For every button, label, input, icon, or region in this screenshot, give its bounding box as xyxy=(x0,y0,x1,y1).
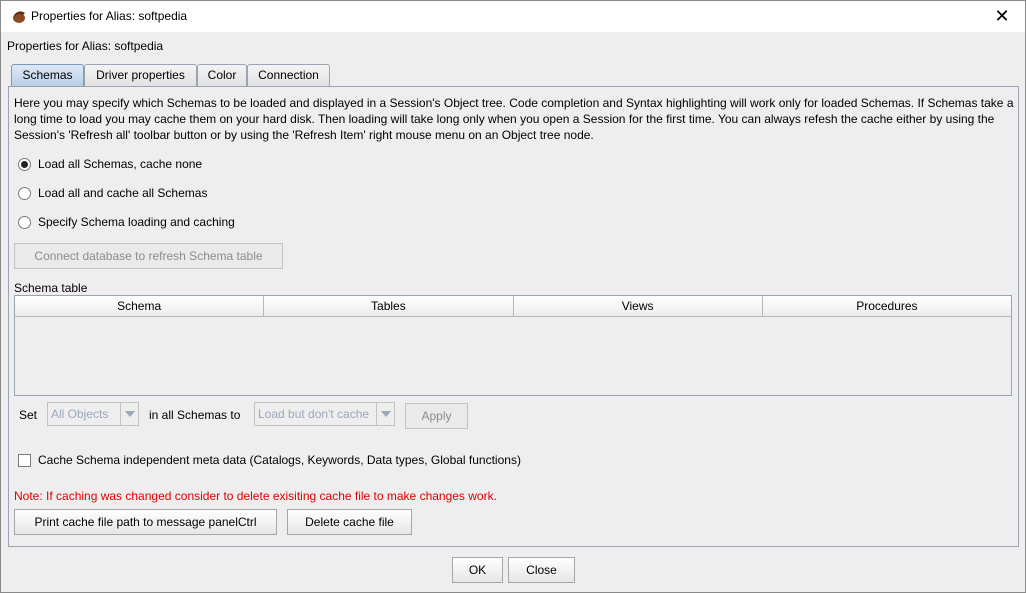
radio-label: Specify Schema loading and caching xyxy=(38,215,235,229)
set-label: Set xyxy=(19,408,38,422)
radio-button-selected[interactable] xyxy=(18,157,31,171)
radio-label: Load all and cache all Schemas xyxy=(38,186,208,200)
radio-button[interactable] xyxy=(18,186,31,200)
load-mode-combo[interactable]: Load but don't cache xyxy=(254,402,395,426)
app-acorn-icon xyxy=(13,11,25,23)
radio-label: Load all Schemas, cache none xyxy=(38,157,203,171)
objects-combo-value: All Objects xyxy=(51,407,109,421)
apply-button[interactable]: Apply xyxy=(405,403,468,429)
close-window-icon[interactable]: ✕ xyxy=(979,1,1025,32)
tab-color[interactable]: Color xyxy=(197,64,247,86)
print-cache-path-button[interactable]: Print cache file path to message panelCt… xyxy=(14,509,277,535)
cache-metadata-checkbox[interactable] xyxy=(18,453,31,467)
schemas-description: Here you may specify which Schemas to be… xyxy=(14,96,1014,142)
in-all-schemas-label: in all Schemas to xyxy=(149,408,241,422)
schema-table-label: Schema table xyxy=(14,281,88,295)
radio-load-all-cache-none[interactable]: Load all Schemas, cache none xyxy=(18,155,202,173)
radio-button[interactable] xyxy=(18,215,31,229)
radio-specify-loading[interactable]: Specify Schema loading and caching xyxy=(18,213,235,231)
column-header-tables[interactable]: Tables xyxy=(264,296,514,316)
cache-metadata-checkbox-row[interactable]: Cache Schema independent meta data (Cata… xyxy=(18,453,521,467)
dialog-header-label: Properties for Alias: softpedia xyxy=(7,39,164,53)
column-header-schema[interactable]: Schema xyxy=(15,296,265,316)
window-title: Properties for Alias: softpedia xyxy=(31,9,188,23)
tab-connection[interactable]: Connection xyxy=(247,64,330,86)
title-bar: Properties for Alias: softpedia ✕ xyxy=(1,1,1025,32)
chevron-down-icon[interactable] xyxy=(376,403,394,425)
tab-schemas[interactable]: Schemas xyxy=(11,64,84,86)
cache-note: Note: If caching was changed consider to… xyxy=(14,489,497,503)
schemas-panel: Here you may specify which Schemas to be… xyxy=(8,86,1019,547)
tab-driver-properties[interactable]: Driver properties xyxy=(84,64,197,86)
load-mode-combo-value: Load but don't cache xyxy=(258,407,370,421)
schema-table[interactable]: Schema Tables Views Procedures xyxy=(14,295,1012,396)
delete-cache-file-button[interactable]: Delete cache file xyxy=(287,509,412,535)
dialog-window: Properties for Alias: softpedia ✕ Proper… xyxy=(0,0,1026,593)
column-header-procedures[interactable]: Procedures xyxy=(762,296,1011,316)
schema-table-header: Schema Tables Views Procedures xyxy=(15,296,1011,317)
cache-metadata-label: Cache Schema independent meta data (Cata… xyxy=(38,453,521,467)
ok-button[interactable]: OK xyxy=(452,557,503,583)
objects-combo[interactable]: All Objects xyxy=(47,402,139,426)
chevron-down-icon[interactable] xyxy=(120,403,138,425)
close-button[interactable]: Close xyxy=(508,557,575,583)
column-header-views[interactable]: Views xyxy=(513,296,763,316)
radio-load-all-cache-all[interactable]: Load all and cache all Schemas xyxy=(18,184,207,202)
connect-database-button[interactable]: Connect database to refresh Schema table xyxy=(14,243,283,269)
